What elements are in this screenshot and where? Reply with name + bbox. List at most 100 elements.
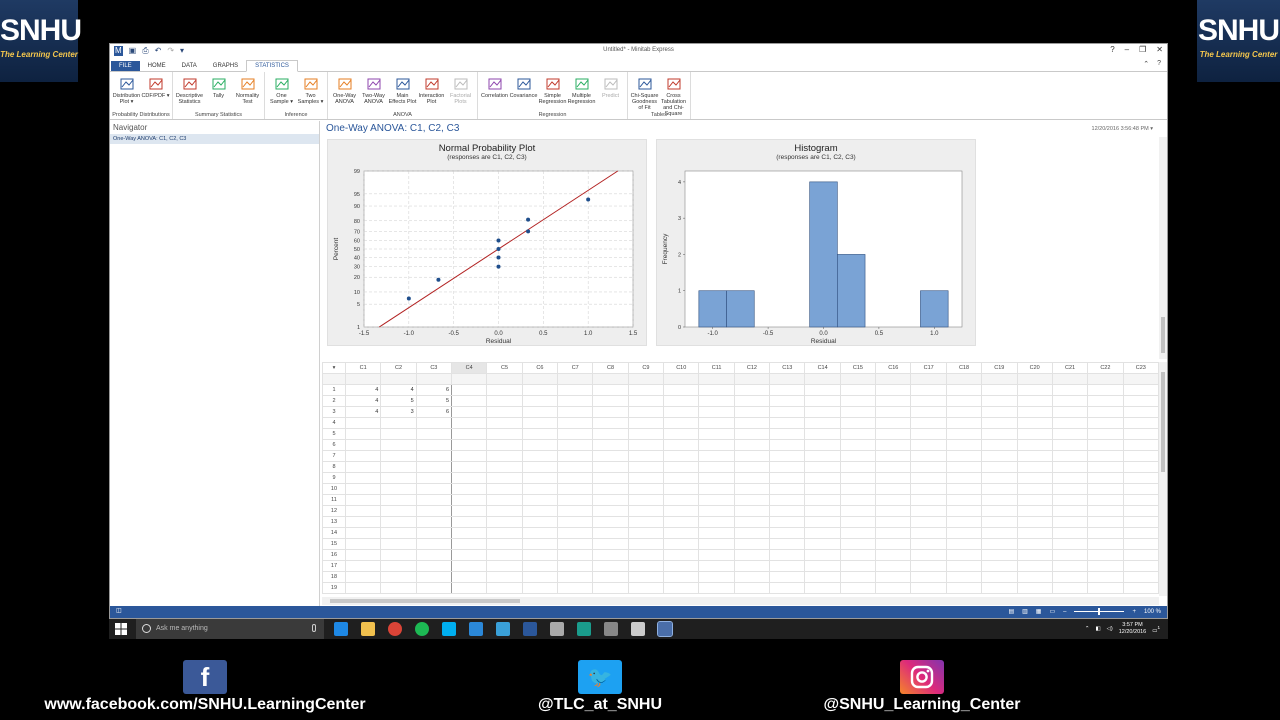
windows-start-icon[interactable]	[115, 623, 127, 635]
cell[interactable]	[1087, 395, 1124, 407]
cell[interactable]	[450, 384, 488, 396]
cell[interactable]	[945, 571, 983, 583]
histogram[interactable]: Histogram (responses are C1, C2, C3) -1.…	[656, 139, 976, 346]
tab-statistics[interactable]: STATISTICS	[246, 60, 298, 72]
cell[interactable]	[839, 472, 877, 484]
cell[interactable]	[521, 384, 559, 396]
cell[interactable]	[663, 560, 700, 572]
cell[interactable]	[627, 582, 665, 594]
cell[interactable]	[769, 417, 806, 429]
ribbon-button[interactable]: Two-Way ANOVA	[359, 74, 388, 109]
cell[interactable]	[380, 549, 417, 561]
cell[interactable]	[380, 516, 417, 528]
cell[interactable]	[450, 494, 488, 506]
cell[interactable]	[1087, 461, 1124, 473]
cell[interactable]	[733, 417, 771, 429]
cell[interactable]	[981, 571, 1018, 583]
column-header[interactable]: C4	[450, 362, 488, 374]
cell[interactable]	[1016, 472, 1053, 484]
cell[interactable]	[1087, 450, 1124, 462]
cell[interactable]	[981, 538, 1018, 550]
cell[interactable]	[981, 461, 1018, 473]
column-name-cell[interactable]	[1122, 373, 1159, 385]
maximize-button[interactable]: ❐	[1139, 45, 1146, 54]
cell[interactable]	[733, 472, 771, 484]
cell[interactable]	[450, 560, 488, 572]
cell[interactable]	[1016, 406, 1053, 418]
cell[interactable]	[557, 527, 594, 539]
cell[interactable]	[415, 483, 453, 495]
cell[interactable]	[663, 395, 700, 407]
cell[interactable]	[1087, 494, 1124, 506]
cell[interactable]	[1087, 439, 1124, 451]
file-explorer-icon[interactable]	[361, 622, 375, 636]
cell[interactable]	[415, 549, 453, 561]
cell[interactable]	[875, 384, 912, 396]
cell[interactable]	[945, 505, 983, 517]
cell[interactable]	[981, 527, 1018, 539]
cell[interactable]	[592, 560, 629, 572]
row-number[interactable]: 9	[322, 472, 346, 484]
cell[interactable]	[450, 417, 488, 429]
row-number[interactable]: 13	[322, 516, 346, 528]
cell[interactable]	[592, 384, 629, 396]
column-name-cell[interactable]	[521, 373, 559, 385]
cell[interactable]	[1051, 461, 1089, 473]
column-header[interactable]: C18	[945, 362, 983, 374]
cell[interactable]	[981, 516, 1018, 528]
cell[interactable]	[981, 494, 1018, 506]
cell[interactable]	[1087, 472, 1124, 484]
row-number[interactable]: 7	[322, 450, 346, 462]
cell[interactable]	[380, 538, 417, 550]
column-header[interactable]: C9	[627, 362, 665, 374]
cell[interactable]	[1122, 505, 1159, 517]
cell[interactable]	[875, 472, 912, 484]
cell[interactable]	[521, 538, 559, 550]
cell[interactable]	[344, 505, 382, 517]
cell[interactable]	[1087, 549, 1124, 561]
cell[interactable]	[698, 516, 735, 528]
cell[interactable]	[804, 549, 841, 561]
cell[interactable]	[1122, 428, 1159, 440]
minitab-icon[interactable]	[657, 621, 673, 637]
cell[interactable]	[1051, 538, 1089, 550]
cell[interactable]	[804, 538, 841, 550]
cell[interactable]	[910, 461, 947, 473]
cell[interactable]	[1122, 406, 1159, 418]
visio-icon[interactable]	[523, 622, 537, 636]
cell[interactable]	[450, 483, 488, 495]
notification-icon[interactable]: ▭1	[1152, 625, 1160, 634]
cell[interactable]	[875, 560, 912, 572]
column-name-cell[interactable]	[1016, 373, 1053, 385]
cell[interactable]	[486, 406, 523, 418]
cell[interactable]	[592, 538, 629, 550]
cell[interactable]	[910, 505, 947, 517]
view-worksheet-icon[interactable]: ▦	[1036, 608, 1042, 615]
cell[interactable]	[1122, 450, 1159, 462]
cell[interactable]	[1087, 406, 1124, 418]
cell[interactable]	[592, 406, 629, 418]
cell[interactable]	[875, 516, 912, 528]
cell[interactable]	[486, 439, 523, 451]
cell[interactable]	[945, 461, 983, 473]
cell[interactable]	[804, 417, 841, 429]
cell[interactable]	[521, 516, 559, 528]
cell[interactable]	[344, 450, 382, 462]
cell[interactable]	[415, 516, 453, 528]
cell[interactable]	[1016, 439, 1053, 451]
cell[interactable]	[344, 516, 382, 528]
cell[interactable]	[1122, 461, 1159, 473]
cell[interactable]	[910, 549, 947, 561]
column-header[interactable]: C13	[769, 362, 806, 374]
cell[interactable]	[592, 461, 629, 473]
column-name-cell[interactable]	[380, 373, 417, 385]
cell[interactable]	[945, 439, 983, 451]
column-name-cell[interactable]	[663, 373, 700, 385]
cell[interactable]	[733, 461, 771, 473]
cell[interactable]	[627, 560, 665, 572]
cell[interactable]	[1016, 516, 1053, 528]
cell[interactable]	[592, 428, 629, 440]
cell[interactable]	[557, 384, 594, 396]
cell[interactable]	[875, 439, 912, 451]
row-number[interactable]: 16	[322, 549, 346, 561]
